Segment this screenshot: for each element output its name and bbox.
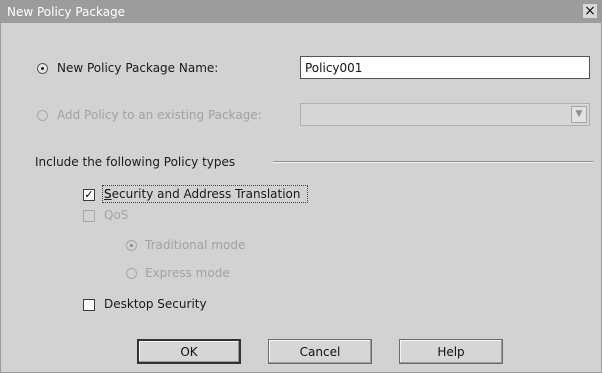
qos-checkbox[interactable] [83,210,95,222]
express-mode-radio[interactable] [126,268,137,279]
new-package-radio[interactable] [37,63,48,74]
traditional-mode-radio[interactable] [126,240,137,251]
new-policy-package-dialog: New Policy Package × New Policy Package … [0,0,602,373]
close-icon[interactable]: × [583,4,597,18]
new-package-label: New Policy Package Name: [57,61,219,75]
security-label: SSecurity and Address Translation [104,186,301,202]
desktop-security-checkbox[interactable] [83,299,95,311]
package-name-input[interactable] [300,56,590,79]
express-mode-label: Express mode [145,266,230,280]
help-button[interactable]: Help [399,339,503,364]
security-checkbox[interactable]: ✓ [83,189,95,201]
section-divider [273,161,593,163]
add-existing-label: Add Policy to an existing Package: [57,108,262,122]
title-bar: New Policy Package × [1,1,601,23]
traditional-mode-label: Traditional mode [145,238,246,252]
ok-button[interactable]: OK [137,339,241,364]
security-label-text: Security and Address Translation [104,187,301,201]
chevron-down-icon[interactable]: ▼ [571,106,587,123]
qos-label: QoS [104,208,129,222]
dialog-title: New Policy Package [7,5,126,19]
existing-package-select[interactable]: ▼ [300,103,590,126]
desktop-security-label: Desktop Security [104,297,207,311]
policy-types-heading: Include the following Policy types [35,155,236,169]
add-existing-radio[interactable] [37,110,48,121]
cancel-button[interactable]: Cancel [268,339,372,364]
